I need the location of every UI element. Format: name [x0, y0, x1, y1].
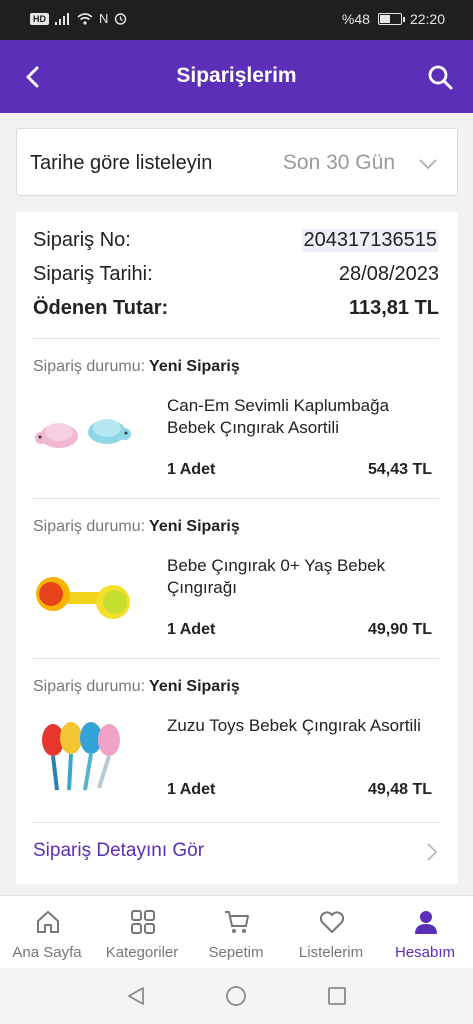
status-value: Yeni Sipariş [149, 358, 240, 375]
clock: 22:20 [409, 11, 445, 27]
divider [33, 822, 439, 823]
order-total-label: Ödenen Tutar: [33, 297, 169, 319]
tab-label: Kategoriler [105, 944, 179, 961]
order-item-name: Zuzu Toys Bebek Çıngırak Asortili [167, 716, 421, 735]
order-date-row: Sipariş Tarihi: 28/08/2023 [33, 263, 439, 291]
system-nav-bar [0, 968, 473, 1024]
order-item-qty: 1 Adet [167, 461, 216, 478]
order-item-status: Sipariş durumu: Yeni Sipariş [33, 518, 240, 536]
divider [33, 658, 439, 659]
order-total-value: 113,81 TL [348, 297, 439, 319]
order-total-row: Ödenen Tutar: 113,81 TL [33, 297, 439, 325]
back-triangle-icon[interactable] [125, 985, 147, 1007]
maracas-rattle-image [42, 722, 120, 791]
order-item-qty: 1 Adet [167, 621, 216, 638]
signal-icon [55, 12, 69, 25]
battery-icon [377, 13, 405, 25]
wifi-icon [77, 12, 93, 25]
user-icon [415, 911, 437, 934]
order-number-row: Sipariş No: 204317136515 [33, 229, 439, 257]
order-item-name: Can-Em Sevimli Kaplumbağa Bebek Çıngırak… [167, 396, 390, 437]
order-item-price: 49,48 TL [367, 781, 432, 798]
nfc-icon: N [99, 11, 109, 26]
date-filter-dropdown[interactable]: Tarihe göre listeleyin Son 30 Gün [16, 128, 458, 196]
status-value: Yeni Sipariş [149, 678, 240, 695]
order-item-name: Bebe Çıngırak 0+ Yaş Bebek Çıngırağı [167, 556, 386, 597]
search-icon[interactable] [425, 62, 455, 92]
divider [33, 498, 439, 499]
tab-label: Sepetim [208, 944, 264, 961]
date-filter-label: Tarihe göre listeleyin [30, 152, 213, 174]
tab-home[interactable]: Ana Sayfa [0, 896, 94, 969]
order-number-value: 204317136515 [301, 229, 439, 252]
order-item-qty: 1 Adet [167, 781, 216, 798]
order-card[interactable]: Sipariş No: 204317136515 Sipariş Tarihi:… [16, 212, 458, 884]
alarm-icon [115, 13, 127, 25]
order-item-price: 49,90 TL [367, 621, 432, 638]
tab-categories[interactable]: Kategoriler [95, 896, 189, 969]
ball-rattle-image [36, 577, 130, 619]
page-title: Siparişlerim [176, 64, 297, 87]
status-value: Yeni Sipariş [149, 518, 240, 535]
order-date-value: 28/08/2023 [338, 263, 439, 285]
status-label: Sipariş durumu: [33, 518, 146, 535]
tab-label: Hesabım [394, 944, 456, 961]
date-filter-value: Son 30 Gün [282, 151, 395, 174]
battery-fill [379, 15, 390, 23]
cart-icon [225, 911, 249, 933]
order-item-status: Sipariş durumu: Yeni Sipariş [33, 678, 240, 696]
hd-icon: HD [30, 12, 49, 25]
status-label: Sipariş durumu: [33, 358, 146, 375]
order-item-price: 54,43 TL [367, 461, 432, 478]
order-item-status: Sipariş durumu: Yeni Sipariş [33, 358, 240, 376]
order-detail-link-label: Sipariş Detayını Gör [33, 840, 205, 861]
status-bar: HD N %48 22:20 [0, 0, 473, 40]
tab-cart[interactable]: Sepetim [189, 896, 283, 969]
recents-square-icon[interactable] [326, 985, 348, 1007]
order-detail-link[interactable]: Sipariş Detayını Gör [33, 838, 439, 868]
tab-lists[interactable]: Listelerim [284, 896, 378, 969]
tab-account[interactable]: Hesabım [378, 896, 472, 969]
turtle-rattle-image [35, 419, 131, 448]
battery-percent: %48 [341, 11, 370, 27]
heart-icon [319, 911, 345, 933]
order-item[interactable]: Sipariş durumu: Yeni Sipariş Bebe Çıngıra… [33, 518, 439, 678]
tab-label: Ana Sayfa [12, 944, 82, 961]
home-circle-icon[interactable] [225, 985, 247, 1007]
order-number-label: Sipariş No: [33, 229, 131, 251]
order-item[interactable]: Sipariş durumu: Yeni Sipariş Can-Em Sevim… [33, 358, 439, 518]
tab-label: Listelerim [298, 944, 364, 961]
status-label: Sipariş durumu: [33, 678, 146, 695]
chevron-right-icon [427, 843, 438, 861]
bottom-tab-bar: Ana Sayfa Kategoriler Sepetim Listelerim… [0, 895, 473, 968]
app-header: Siparişlerim [0, 40, 473, 113]
order-item[interactable]: Sipariş durumu: Yeni Sipariş Zuzu Toys Be… [33, 678, 439, 838]
home-icon [37, 911, 59, 933]
order-date-label: Sipariş Tarihi: [33, 263, 153, 285]
divider [33, 338, 439, 339]
chevron-down-icon [419, 159, 437, 170]
grid-icon [131, 910, 155, 934]
